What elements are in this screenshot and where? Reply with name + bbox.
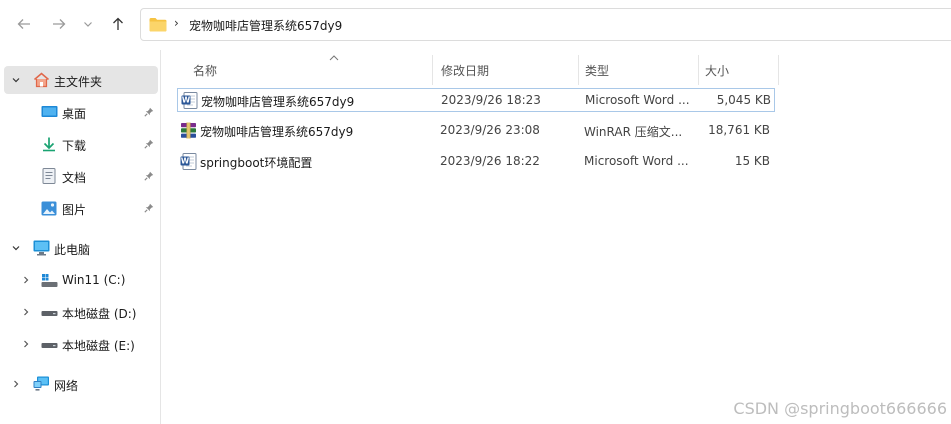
arrow-up-icon (113, 17, 123, 30)
sidebar-item-label: 本地磁盘 (E:) (62, 339, 135, 353)
sidebar-item-documents[interactable]: 文档 (4, 162, 158, 190)
breadcrumb-chevron-icon[interactable]: › (174, 16, 179, 30)
sidebar-item-this-pc[interactable]: 此电脑 (4, 234, 158, 262)
desktop-icon (40, 103, 58, 121)
arrow-right-icon (53, 19, 66, 29)
file-name: springboot环境配置 (200, 156, 313, 170)
document-icon (40, 167, 58, 185)
pictures-icon (40, 199, 58, 217)
forward-button[interactable] (47, 12, 71, 36)
chevron-down-icon (84, 22, 92, 27)
home-icon (32, 71, 50, 89)
chevron-down-icon[interactable] (10, 242, 22, 254)
navigation-pane: 主文件夹 桌面 下载 文档 图片 此电脑 Win11 (C:) 本地磁盘 (D:… (0, 50, 161, 424)
file-row[interactable]: 宠物咖啡店管理系统657dy9 2023/9/26 23:08 WinRAR 压… (177, 119, 775, 143)
up-button[interactable] (106, 12, 130, 36)
column-header-type[interactable]: 类型 (577, 55, 699, 85)
sidebar-item-label: 主文件夹 (54, 75, 103, 89)
network-icon (32, 375, 50, 393)
chevron-down-icon[interactable] (10, 74, 22, 86)
sidebar-item-label: 此电脑 (54, 243, 91, 257)
sidebar-item-label: 网络 (54, 379, 79, 393)
chevron-right-icon[interactable] (20, 306, 32, 318)
arrow-left-icon (17, 19, 30, 29)
column-header-size[interactable]: 大小 (697, 55, 779, 85)
sidebar-item-home[interactable]: 主文件夹 (4, 66, 158, 94)
sidebar-item-network[interactable]: 网络 (4, 370, 158, 398)
word-doc-icon: W (180, 153, 197, 170)
sort-up-icon (329, 55, 339, 61)
sidebar-item-label: 下载 (62, 139, 87, 153)
pin-icon[interactable] (144, 170, 154, 184)
file-modified: 2023/9/26 23:08 (440, 123, 540, 137)
column-header-modified[interactable]: 修改日期 (433, 55, 579, 85)
file-type: Microsoft Word ... (584, 154, 689, 168)
sidebar-item-downloads[interactable]: 下载 (4, 130, 158, 158)
system-drive-icon (40, 271, 58, 289)
watermark: CSDN @springboot666666 (733, 399, 947, 418)
file-row[interactable]: W springboot环境配置 2023/9/26 18:22 Microso… (177, 150, 775, 174)
file-type: Microsoft Word ... (585, 93, 690, 107)
file-name: 宠物咖啡店管理系统657dy9 (200, 125, 354, 139)
file-modified: 2023/9/26 18:22 (440, 154, 540, 168)
column-header-label: 名称 (193, 63, 218, 78)
file-row[interactable]: W 宠物咖啡店管理系统657dy9 2023/9/26 18:23 Micros… (177, 88, 775, 112)
file-size: 5,045 KB (716, 93, 771, 107)
file-size: 15 KB (734, 154, 770, 168)
sidebar-item-label: 图片 (62, 203, 87, 217)
chevron-right-icon[interactable] (10, 378, 22, 390)
chevron-right-icon[interactable] (20, 338, 32, 350)
chevron-right-icon[interactable] (20, 274, 32, 286)
address-toolbar: › 宠物咖啡店管理系统657dy9 (0, 0, 951, 50)
file-name: 宠物咖啡店管理系统657dy9 (201, 95, 355, 109)
computer-icon (32, 239, 50, 257)
column-header-name[interactable]: 名称 (185, 55, 433, 85)
breadcrumb-current-folder[interactable]: 宠物咖啡店管理系统657dy9 (189, 17, 342, 34)
column-header-label: 大小 (705, 63, 730, 78)
pin-icon[interactable] (144, 138, 154, 152)
sidebar-item-pictures[interactable]: 图片 (4, 194, 158, 222)
recent-locations-button[interactable] (78, 12, 98, 36)
back-button[interactable] (12, 12, 36, 36)
file-type: WinRAR 压缩文... (584, 125, 683, 139)
sidebar-item-drive-c[interactable]: Win11 (C:) (4, 266, 158, 294)
sidebar-item-label: 本地磁盘 (D:) (62, 307, 137, 321)
file-explorer-window: › 宠物咖啡店管理系统657dy9 主文件夹 桌面 下载 文档 图片 此电脑 W… (0, 0, 951, 424)
download-icon (40, 135, 58, 153)
file-size: 18,761 KB (708, 123, 770, 137)
word-doc-icon: W (181, 92, 198, 109)
column-header-label: 修改日期 (441, 63, 490, 78)
sidebar-item-drive-e[interactable]: 本地磁盘 (E:) (4, 330, 158, 358)
sidebar-item-label: Win11 (C:) (62, 273, 126, 287)
svg-text:W: W (182, 96, 191, 105)
file-modified: 2023/9/26 18:23 (441, 93, 541, 107)
sidebar-item-drive-d[interactable]: 本地磁盘 (D:) (4, 298, 158, 326)
sidebar-item-label: 文档 (62, 171, 87, 185)
pin-icon[interactable] (144, 202, 154, 216)
address-bar[interactable]: › 宠物咖啡店管理系统657dy9 (140, 8, 951, 41)
pin-icon[interactable] (144, 106, 154, 120)
winrar-archive-icon (181, 122, 196, 139)
hard-drive-icon (40, 335, 58, 353)
hard-drive-icon (40, 303, 58, 321)
sidebar-item-label: 桌面 (62, 107, 87, 121)
folder-icon (149, 18, 167, 32)
sidebar-item-desktop[interactable]: 桌面 (4, 98, 158, 126)
column-header-label: 类型 (585, 63, 610, 78)
svg-text:W: W (181, 157, 190, 166)
file-list-view: 名称 修改日期 类型 大小 W 宠物咖啡店管理系统657dy9 2023/9/2… (161, 50, 951, 424)
